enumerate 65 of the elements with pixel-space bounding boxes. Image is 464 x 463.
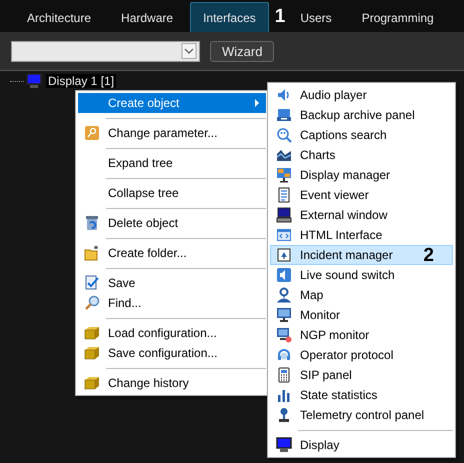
menu-item[interactable]: Operator protocol	[270, 345, 453, 365]
search-icon	[84, 295, 100, 311]
menu-item[interactable]: Find...	[78, 293, 266, 313]
menu-item[interactable]: Display	[270, 435, 453, 455]
tab[interactable]: Programming	[348, 2, 447, 32]
menu-item[interactable]: External window	[270, 205, 453, 225]
menu-item[interactable]: NGP monitor	[270, 325, 453, 345]
document-check-icon	[84, 275, 100, 291]
bar-chart-icon	[276, 387, 292, 403]
menu-item[interactable]: Change history	[78, 373, 266, 393]
monitor-icon	[276, 307, 292, 323]
menu-item[interactable]: Save	[78, 273, 266, 293]
menu-item[interactable]: Map	[270, 285, 453, 305]
menu-item[interactable]: Event viewer	[270, 185, 453, 205]
tray-icon	[276, 107, 292, 123]
box-icon	[84, 325, 100, 341]
monitor-alert-icon	[276, 327, 292, 343]
tab[interactable]: Architecture	[14, 2, 104, 32]
tree-item[interactable]: Display 1 [1]	[46, 74, 116, 88]
callout-number: 2	[423, 246, 434, 264]
menu-item[interactable]: Display manager	[270, 165, 453, 185]
window-icon	[276, 247, 292, 263]
menu-item[interactable]: Backup archive panel	[270, 105, 453, 125]
grid-monitor-icon	[276, 167, 292, 183]
box-icon	[84, 345, 100, 361]
speaker-panel-icon	[276, 267, 292, 283]
dropdown-field[interactable]	[11, 40, 200, 62]
key-icon	[84, 125, 100, 141]
menu-item[interactable]: Create folder...	[78, 243, 266, 263]
menu-item[interactable]: Captions search	[270, 125, 453, 145]
computer-icon	[276, 437, 292, 453]
dropdown-caret-icon	[181, 43, 197, 59]
menu-item[interactable]: Charts	[270, 145, 453, 165]
menu-item[interactable]: Audio player	[270, 85, 453, 105]
menu-item[interactable]: State statistics	[270, 385, 453, 405]
code-window-icon	[276, 227, 292, 243]
menu-item[interactable]: Delete object	[78, 213, 266, 233]
magnifier-icon	[276, 127, 292, 143]
menu-item[interactable]: Collapse tree	[78, 183, 266, 203]
menu-item[interactable]: Change parameter...	[78, 123, 266, 143]
folder-icon	[84, 245, 100, 261]
menu-item[interactable]: Live sound switch	[270, 265, 453, 285]
menu-item[interactable]: Incident manager 2	[270, 245, 453, 265]
tab[interactable]: Interfaces	[190, 2, 269, 32]
menu-item[interactable]: Telemetry control panel	[270, 405, 453, 425]
callout-number: 1	[274, 5, 286, 29]
computer-icon	[276, 207, 292, 223]
menu-item[interactable]: SIP panel	[270, 365, 453, 385]
menu-item[interactable]: Create object	[78, 93, 266, 113]
menu-item[interactable]: Monitor	[270, 305, 453, 325]
calculator-icon	[276, 367, 292, 383]
computer-icon	[26, 73, 42, 89]
wizard-button[interactable]: Wizard	[210, 40, 274, 62]
recycle-bin-icon	[84, 215, 100, 231]
headset-icon	[276, 347, 292, 363]
box-icon	[84, 375, 100, 391]
menu-item[interactable]: Expand tree	[78, 153, 266, 173]
tab[interactable]: Users	[287, 2, 345, 32]
list-icon	[276, 187, 292, 203]
joystick-icon	[276, 407, 292, 423]
tab[interactable]: Hardware	[108, 2, 186, 32]
menu-item[interactable]: HTML Interface	[270, 225, 453, 245]
menu-item[interactable]: Load configuration...	[78, 323, 266, 343]
menu-item[interactable]: Save configuration...	[78, 343, 266, 363]
map-pin-icon	[276, 287, 292, 303]
